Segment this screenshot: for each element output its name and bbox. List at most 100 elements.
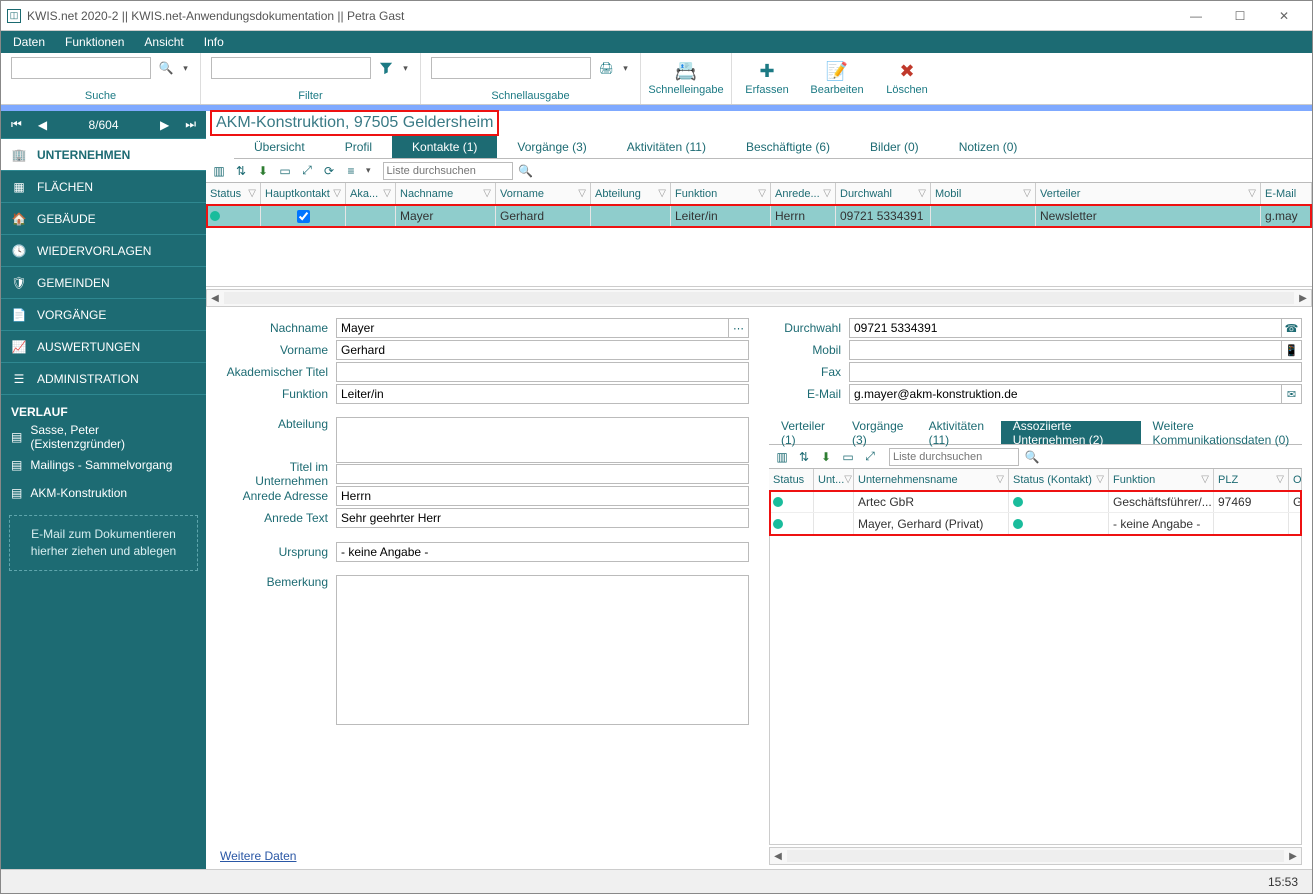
- subcol-plz[interactable]: PLZ▽: [1214, 469, 1289, 490]
- search-input[interactable]: [11, 57, 151, 79]
- window-close-button[interactable]: ✕: [1262, 2, 1306, 30]
- abteilung-field[interactable]: [336, 417, 749, 463]
- quickinput-button[interactable]: 📇 Schnelleingabe: [641, 53, 731, 104]
- history-item-2[interactable]: ▤AKM-Konstruktion: [1, 479, 206, 507]
- nachname-field[interactable]: [336, 318, 729, 338]
- subtab-verteiler[interactable]: Verteiler (1): [769, 421, 840, 444]
- grid-refresh-icon[interactable]: ⟳: [320, 162, 338, 180]
- subcol-funktion[interactable]: Funktion▽: [1109, 469, 1214, 490]
- subgrid-excel-icon[interactable]: ⬇: [817, 448, 835, 466]
- col-hauptkontakt[interactable]: Hauptkontakt▽: [261, 183, 346, 204]
- ursprung-field[interactable]: [336, 542, 749, 562]
- anrede-adresse-field[interactable]: [336, 486, 749, 506]
- grid-menu-icon[interactable]: ≡: [342, 162, 360, 180]
- assoc-row-0[interactable]: Artec GbR Geschäftsführer/... 97469 Goch…: [769, 491, 1302, 513]
- subgrid-search-icon[interactable]: 🔍: [1023, 448, 1041, 466]
- search-dropdown-icon[interactable]: ▾: [181, 63, 190, 74]
- nav-next-icon[interactable]: ▶: [156, 116, 173, 134]
- sidebar-item-flaechen[interactable]: ▦FLÄCHEN: [1, 171, 206, 203]
- sidebar-item-gebaeude[interactable]: 🏠GEBÄUDE: [1, 203, 206, 235]
- tab-aktivitaeten[interactable]: Aktivitäten (11): [607, 135, 726, 158]
- quickoutput-input[interactable]: [431, 57, 591, 79]
- mobile-action-icon[interactable]: 📱: [1282, 340, 1302, 360]
- history-item-0[interactable]: ▤Sasse, Peter (Existenzgründer): [1, 423, 206, 451]
- nachname-lookup-button[interactable]: ⋯: [729, 318, 749, 338]
- col-email[interactable]: E-Mail: [1261, 183, 1312, 204]
- menu-info[interactable]: Info: [196, 33, 232, 51]
- quickoutput-dropdown-icon[interactable]: ▾: [621, 63, 630, 74]
- akad-field[interactable]: [336, 362, 749, 382]
- col-anrede[interactable]: Anrede...▽: [771, 183, 836, 204]
- grid-columns-icon[interactable]: ▥: [210, 162, 228, 180]
- grid-layout-icon[interactable]: ▭: [276, 162, 294, 180]
- tab-profil[interactable]: Profil: [325, 135, 392, 158]
- sidebar-item-vorgaenge[interactable]: 📄VORGÄNGE: [1, 299, 206, 331]
- search-icon[interactable]: 🔍: [155, 57, 177, 79]
- sidebar-item-wiedervorlagen[interactable]: 🕓WIEDERVORLAGEN: [1, 235, 206, 267]
- subgrid-layout-icon[interactable]: ▭: [839, 448, 857, 466]
- filter-icon[interactable]: [375, 57, 397, 79]
- subcol-unt[interactable]: Unt...▽: [814, 469, 854, 490]
- sidebar-item-unternehmen[interactable]: 🏢UNTERNEHMEN: [1, 139, 206, 171]
- tab-notizen[interactable]: Notizen (0): [939, 135, 1038, 158]
- subcol-statuskontakt[interactable]: Status (Kontakt)▽: [1009, 469, 1109, 490]
- email-field[interactable]: [849, 384, 1282, 404]
- col-akad[interactable]: Aka...▽: [346, 183, 396, 204]
- edit-button[interactable]: 📝 Bearbeiten: [802, 53, 872, 104]
- funktion-field[interactable]: [336, 384, 749, 404]
- tab-vorgaenge[interactable]: Vorgänge (3): [497, 135, 606, 158]
- grid-search-icon[interactable]: 🔍: [517, 162, 535, 180]
- mobil-field[interactable]: [849, 340, 1282, 360]
- create-button[interactable]: ✚ Erfassen: [732, 53, 802, 104]
- nav-prev-icon[interactable]: ◀: [34, 116, 51, 134]
- email-drop-hint[interactable]: E-Mail zum Dokumentieren hierher ziehen …: [9, 515, 198, 571]
- email-action-icon[interactable]: ✉: [1282, 384, 1302, 404]
- menu-daten[interactable]: Daten: [5, 33, 53, 51]
- subgrid-sort-icon[interactable]: ⇅: [795, 448, 813, 466]
- col-mobil[interactable]: Mobil▽: [931, 183, 1036, 204]
- window-minimize-button[interactable]: —: [1174, 2, 1218, 30]
- sidebar-item-auswertungen[interactable]: 📈AUSWERTUNGEN: [1, 331, 206, 363]
- nav-first-icon[interactable]: ⏮: [7, 115, 26, 134]
- weitere-daten-link[interactable]: Weitere Daten: [216, 843, 749, 869]
- grid-search-input[interactable]: [383, 162, 513, 180]
- sidebar-item-gemeinden[interactable]: 🛡GEMEINDEN: [1, 267, 206, 299]
- subtab-weitere-komm[interactable]: Weitere Kommunikationsdaten (0): [1141, 421, 1302, 444]
- anrede-text-field[interactable]: [336, 508, 749, 528]
- subgrid-expand-icon[interactable]: ⤢: [861, 448, 879, 466]
- grid-menu-dropdown-icon[interactable]: ▾: [364, 165, 373, 176]
- grid-excel-icon[interactable]: ⬇: [254, 162, 272, 180]
- print-icon[interactable]: 🖨: [595, 57, 617, 79]
- grid-h-scrollbar[interactable]: ◀▶: [206, 289, 1312, 307]
- filter-input[interactable]: [211, 57, 371, 79]
- nav-last-icon[interactable]: ⏭: [181, 115, 200, 134]
- hauptkontakt-checkbox[interactable]: [297, 210, 310, 223]
- history-item-1[interactable]: ▤Mailings - Sammelvorgang: [1, 451, 206, 479]
- titel-unternehmen-field[interactable]: [336, 464, 749, 484]
- col-verteiler[interactable]: Verteiler▽: [1036, 183, 1261, 204]
- delete-button[interactable]: ✖ Löschen: [872, 53, 942, 104]
- subcol-status[interactable]: Status: [769, 469, 814, 490]
- grid-sort-icon[interactable]: ⇅: [232, 162, 250, 180]
- assoc-row-1[interactable]: Mayer, Gerhard (Privat) - keine Angabe -: [769, 513, 1302, 535]
- col-abteilung[interactable]: Abteilung▽: [591, 183, 671, 204]
- filter-dropdown-icon[interactable]: ▾: [401, 63, 410, 74]
- bemerkung-field[interactable]: [336, 575, 749, 725]
- col-nachname[interactable]: Nachname▽: [396, 183, 496, 204]
- tab-kontakte[interactable]: Kontakte (1): [392, 135, 497, 158]
- subgrid-columns-icon[interactable]: ▥: [773, 448, 791, 466]
- vorname-field[interactable]: [336, 340, 749, 360]
- menu-ansicht[interactable]: Ansicht: [136, 33, 191, 51]
- col-vorname[interactable]: Vorname▽: [496, 183, 591, 204]
- col-durchwahl[interactable]: Durchwahl▽: [836, 183, 931, 204]
- subtab-assoziierte[interactable]: Assoziierte Unternehmen (2): [1001, 421, 1141, 444]
- menu-funktionen[interactable]: Funktionen: [57, 33, 132, 51]
- col-status[interactable]: Status▽: [206, 183, 261, 204]
- subgrid-h-scrollbar[interactable]: ◀▶: [769, 847, 1302, 865]
- subtab-aktivitaeten[interactable]: Aktivitäten (11): [917, 421, 1001, 444]
- window-maximize-button[interactable]: ☐: [1218, 2, 1262, 30]
- subgrid-search-input[interactable]: [889, 448, 1019, 466]
- subtab-vorgaenge[interactable]: Vorgänge (3): [840, 421, 917, 444]
- tab-beschaeftigte[interactable]: Beschäftigte (6): [726, 135, 850, 158]
- tab-uebersicht[interactable]: Übersicht: [234, 135, 325, 158]
